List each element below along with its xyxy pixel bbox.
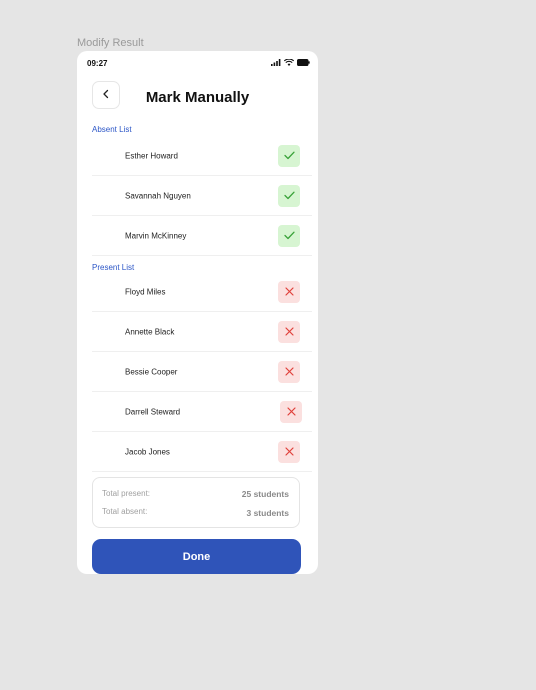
student-name: Marvin McKinney — [125, 231, 187, 240]
student-name: Bessie Cooper — [125, 367, 178, 376]
close-icon — [286, 403, 296, 421]
done-button[interactable]: Done — [92, 539, 301, 574]
status-bar: 09:27 — [77, 51, 318, 75]
mark-absent-button[interactable] — [278, 440, 300, 463]
absent-row: Marvin McKinney — [92, 216, 312, 256]
close-icon — [284, 443, 294, 461]
check-icon — [283, 227, 295, 245]
check-icon — [283, 147, 295, 165]
student-name: Annette Black — [125, 327, 175, 336]
mark-absent-button[interactable] — [278, 320, 300, 343]
battery-icon — [297, 59, 310, 66]
mark-present-button[interactable] — [278, 224, 300, 247]
mark-absent-button[interactable] — [280, 400, 302, 423]
phone-screen: 09:27 Mark Manually Absent List Esther H… — [77, 51, 318, 574]
present-row: Annette Black — [92, 312, 312, 352]
student-name: Jacob Jones — [125, 447, 170, 456]
status-icons — [271, 59, 310, 66]
frame-label: Modify Result — [77, 37, 144, 49]
student-name: Darrell Steward — [125, 407, 181, 416]
present-row: Bessie Cooper — [92, 352, 312, 392]
present-row: Darrell Steward — [92, 392, 312, 432]
student-name: Savannah Nguyen — [125, 191, 191, 200]
signal-icon — [271, 59, 281, 66]
total-absent-value: 3 students — [246, 508, 289, 518]
absent-row: Esther Howard — [92, 136, 312, 176]
mark-absent-button[interactable] — [278, 360, 300, 383]
status-time: 09:27 — [87, 59, 108, 68]
page-title: Mark Manually — [145, 89, 250, 106]
total-absent-label: Total absent: — [102, 507, 148, 516]
mark-present-button[interactable] — [278, 184, 300, 207]
present-row: Floyd Miles — [92, 272, 312, 312]
total-present-label: Total present: — [102, 489, 151, 498]
mark-present-button[interactable] — [278, 144, 300, 167]
wifi-icon — [284, 59, 294, 66]
close-icon — [284, 283, 294, 301]
student-name: Esther Howard — [125, 151, 178, 160]
student-name: Floyd Miles — [125, 287, 166, 296]
mark-absent-button[interactable] — [278, 280, 300, 303]
close-icon — [284, 363, 294, 381]
attendance-summary: Total present: 25 students Total absent:… — [92, 477, 300, 528]
present-list-label: Present List — [92, 263, 135, 272]
present-row: Jacob Jones — [92, 432, 312, 472]
total-present-value: 25 students — [241, 489, 289, 499]
close-icon — [284, 323, 294, 341]
absent-row: Savannah Nguyen — [92, 176, 312, 216]
check-icon — [283, 187, 295, 205]
absent-list-label: Absent List — [92, 125, 132, 134]
